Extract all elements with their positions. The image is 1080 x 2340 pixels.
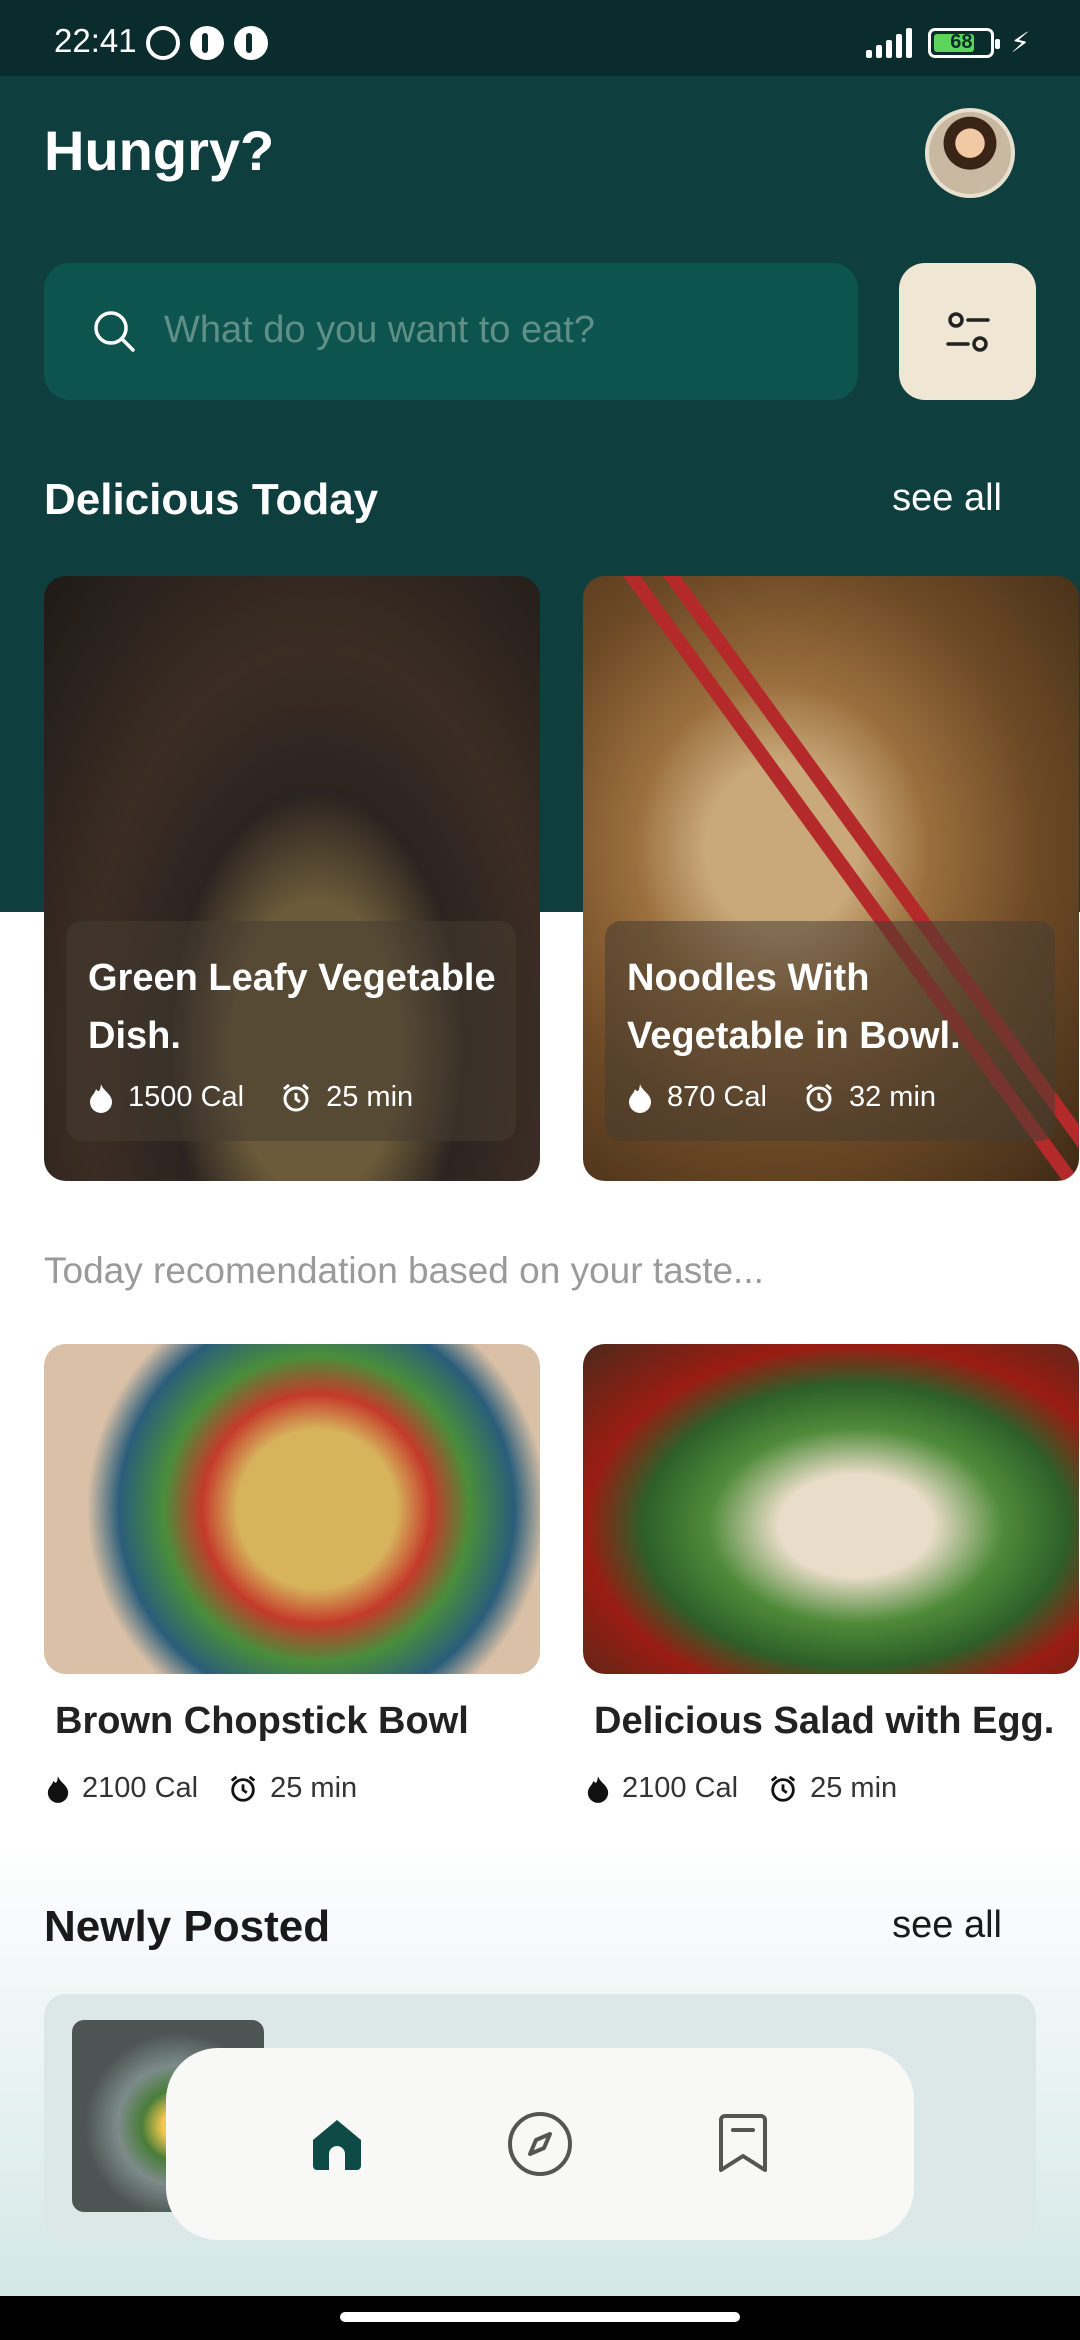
recommendation-image[interactable] [583, 1344, 1079, 1674]
filter-button[interactable] [899, 263, 1036, 400]
nav-home[interactable] [297, 2104, 377, 2184]
alarm-clock-icon [806, 1083, 832, 1111]
section-title-newly-posted: Newly Posted [44, 1902, 331, 1951]
page-title: Hungry? [44, 119, 275, 182]
status-notification-icons [146, 26, 268, 60]
section-title-delicious: Delicious Today [44, 475, 379, 524]
featured-card-title: Green Leafy Vegetable Dish. [88, 957, 496, 1057]
home-icon [313, 2120, 362, 2170]
cook-time: 25 min [270, 1772, 358, 1804]
calories: 870 Cal [667, 1081, 767, 1113]
gesture-handle[interactable] [340, 2312, 740, 2322]
recommendation-meta: 2100 Cal 25 min [46, 1772, 357, 1805]
bookmark-icon [718, 2114, 767, 2172]
recommendation-image[interactable] [44, 1344, 540, 1674]
battery-icon: 68 [928, 27, 1001, 58]
search-icon [94, 311, 135, 352]
filter-icon [945, 311, 990, 352]
compass-icon [507, 2112, 572, 2176]
status-time: 22:41 [54, 22, 137, 59]
app-icon [190, 26, 224, 60]
cook-time: 32 min [848, 1081, 937, 1113]
recommendation-title[interactable]: Delicious Salad with Egg. [594, 1700, 1054, 1743]
calories: 1500 Cal [128, 1081, 245, 1113]
flame-icon [629, 1083, 651, 1113]
alarm-icon [146, 26, 180, 60]
search-placeholder: What do you want to eat? [164, 309, 595, 351]
cook-time: 25 min [810, 1772, 898, 1804]
featured-card[interactable]: Noodles With Vegetable in Bowl. 870 Cal … [583, 576, 1079, 1181]
alarm-clock-icon [770, 1775, 796, 1802]
nav-explore[interactable] [500, 2104, 580, 2184]
status-bar: 22:41 68 ⚡ [0, 0, 1080, 76]
alarm-clock-icon [230, 1775, 256, 1802]
alarm-clock-icon [283, 1083, 310, 1111]
featured-card-meta: 1500 Cal 25 min [88, 1081, 413, 1114]
featured-card-meta: 870 Cal 32 min [627, 1081, 936, 1114]
flame-icon [587, 1775, 609, 1803]
cook-time: 25 min [326, 1081, 414, 1113]
recommendation-meta: 2100 Cal 25 min [586, 1772, 897, 1805]
featured-card-info: Green Leafy Vegetable Dish. 1500 Cal 25 … [66, 921, 516, 1141]
app-icon [234, 26, 268, 60]
calories: 2100 Cal [622, 1772, 739, 1804]
search-input[interactable]: What do you want to eat? [44, 263, 858, 400]
avatar[interactable] [925, 108, 1015, 198]
bottom-navigation [166, 2048, 914, 2240]
see-all-newly-link[interactable]: see all [892, 1904, 1002, 1947]
calories: 2100 Cal [82, 1772, 199, 1804]
flame-icon [47, 1775, 69, 1803]
recommendation-title[interactable]: Brown Chopstick Bowl [55, 1700, 469, 1743]
featured-card-title: Noodles With Vegetable in Bowl. [627, 957, 961, 1057]
see-all-delicious-link[interactable]: see all [892, 477, 1002, 520]
nav-saved[interactable] [703, 2104, 783, 2184]
status-system-icons: 68 ⚡ [866, 26, 1030, 59]
featured-card-info: Noodles With Vegetable in Bowl. 870 Cal … [605, 921, 1055, 1141]
battery-level: 68 [950, 31, 973, 53]
signal-icon [866, 27, 913, 58]
recommendation-label: Today recomendation based on your taste.… [44, 1250, 764, 1291]
screen: 22:41 68 ⚡ Hungry? What do you want to e… [0, 0, 1080, 2340]
charging-icon: ⚡ [1010, 27, 1030, 58]
flame-icon [90, 1083, 112, 1113]
featured-card[interactable]: Green Leafy Vegetable Dish. 1500 Cal 25 … [44, 576, 540, 1181]
